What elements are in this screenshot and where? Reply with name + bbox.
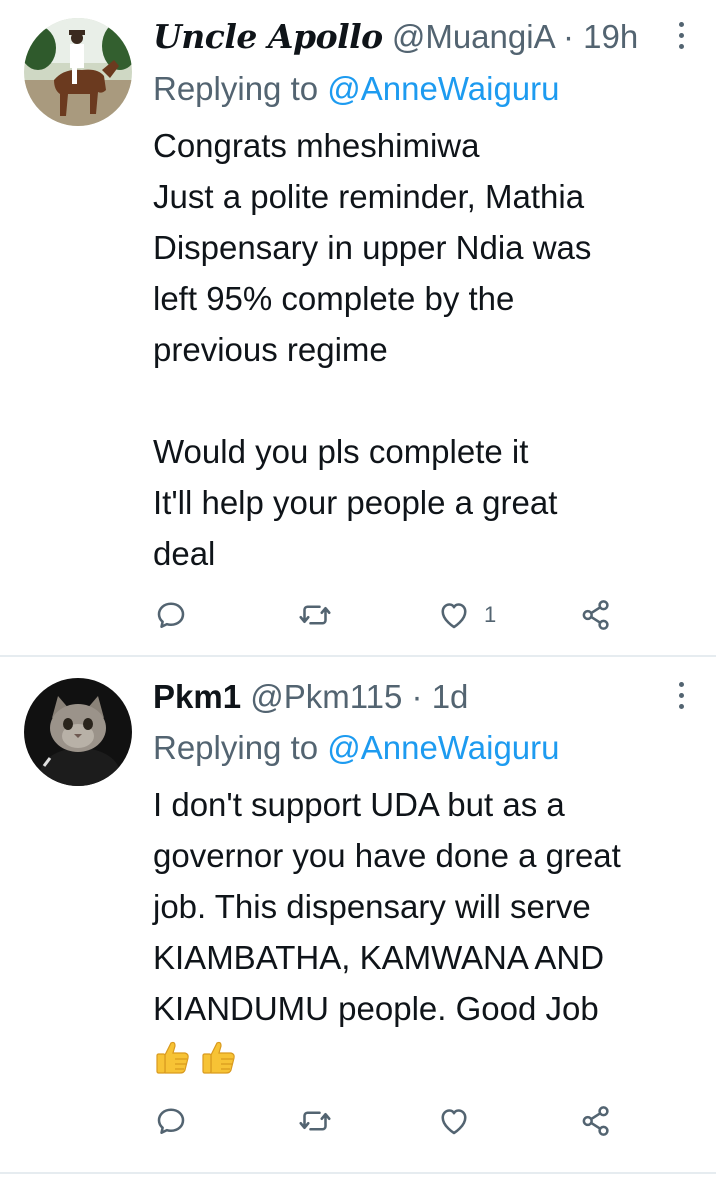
share-button[interactable] — [578, 1101, 614, 1141]
like-button[interactable]: 1 — [436, 595, 496, 635]
tweet-text-line: KIANDUMU people. Good Job — [153, 990, 599, 1027]
like-button[interactable] — [436, 1101, 472, 1141]
avatar-photo — [24, 18, 132, 126]
tweet-header: Uncle Apollo @MuangiA · 19h — [153, 14, 638, 60]
replying-to: Replying to @AnneWaiguru — [153, 725, 560, 771]
tweet-text-line: left 95% complete by the — [153, 280, 515, 317]
separator-dot: · — [411, 678, 423, 715]
share-icon — [582, 600, 609, 630]
tweet-text-line: governor you have done a great — [153, 837, 621, 874]
tweet-text-line: deal — [153, 535, 216, 572]
author-handle[interactable]: @Pkm115 — [250, 678, 402, 715]
tweet-text-line: Congrats mheshimiwa — [153, 127, 480, 164]
share-icon — [582, 1106, 609, 1136]
tweet-text-line: Dispensary in upper Ndia was — [153, 229, 592, 266]
tweet-text-line: previous regime — [153, 331, 388, 368]
author-name[interactable]: Pkm1 — [153, 678, 241, 715]
tweet-text-line: I don't support UDA but as a — [153, 786, 565, 823]
reply-button[interactable] — [153, 1101, 189, 1141]
mention-link[interactable]: @AnneWaiguru — [327, 70, 559, 107]
reply-button[interactable] — [153, 595, 189, 635]
heart-icon — [441, 1109, 467, 1135]
retweet-icon — [299, 605, 331, 625]
emoji-line — [153, 1034, 698, 1085]
reply-icon — [157, 602, 185, 628]
tweet-text: Congrats mheshimiwa Just a polite remind… — [153, 120, 698, 579]
avatar[interactable] — [24, 678, 132, 786]
tweet-card[interactable]: Uncle Apollo @MuangiA · 19h Replying to … — [0, 0, 716, 655]
timestamp[interactable]: 19h — [583, 18, 638, 55]
tweet-header: Pkm1 @Pkm115 · 1d — [153, 674, 468, 720]
share-button[interactable] — [578, 595, 614, 635]
thumbs-up-icon — [156, 1041, 189, 1074]
tweet-actions: 1 — [153, 595, 623, 635]
author-name[interactable]: Uncle Apollo — [153, 17, 383, 56]
tweet-text-line: Just a polite reminder, Mathia — [153, 178, 585, 215]
tweet-text-line: Would you pls complete it — [153, 433, 529, 470]
mention-link[interactable]: @AnneWaiguru — [327, 729, 559, 766]
avatar-photo — [24, 678, 132, 786]
tweet-divider — [0, 655, 716, 657]
more-options-icon[interactable] — [676, 22, 686, 54]
author-handle[interactable]: @MuangiA — [392, 18, 554, 55]
tweet-text: I don't support UDA but as a governor yo… — [153, 779, 698, 1085]
tweet-text-line: job. This dispensary will serve — [153, 888, 591, 925]
timestamp[interactable]: 1d — [432, 678, 469, 715]
tweet-actions — [153, 1101, 623, 1141]
tweet-text-line: KIAMBATHA, KAMWANA AND — [153, 939, 605, 976]
heart-icon — [441, 603, 467, 629]
replying-prefix: Replying to — [153, 729, 319, 766]
tweet-card[interactable]: Pkm1 @Pkm115 · 1d Replying to @AnneWaigu… — [0, 658, 716, 1173]
replying-to: Replying to @AnneWaiguru — [153, 66, 560, 112]
like-count: 1 — [484, 602, 497, 627]
tweet-text-line — [153, 375, 698, 426]
retweet-icon — [299, 1111, 331, 1131]
retweet-button[interactable] — [297, 595, 333, 635]
more-options-icon[interactable] — [676, 682, 686, 714]
reply-icon — [157, 1108, 185, 1134]
thumbs-up-icon — [202, 1041, 235, 1074]
replying-prefix: Replying to — [153, 70, 319, 107]
separator-dot: · — [562, 18, 574, 55]
tweet-divider — [0, 1172, 716, 1174]
avatar[interactable] — [24, 18, 132, 126]
tweet-text-line: It'll help your people a great — [153, 484, 558, 521]
retweet-button[interactable] — [297, 1101, 333, 1141]
